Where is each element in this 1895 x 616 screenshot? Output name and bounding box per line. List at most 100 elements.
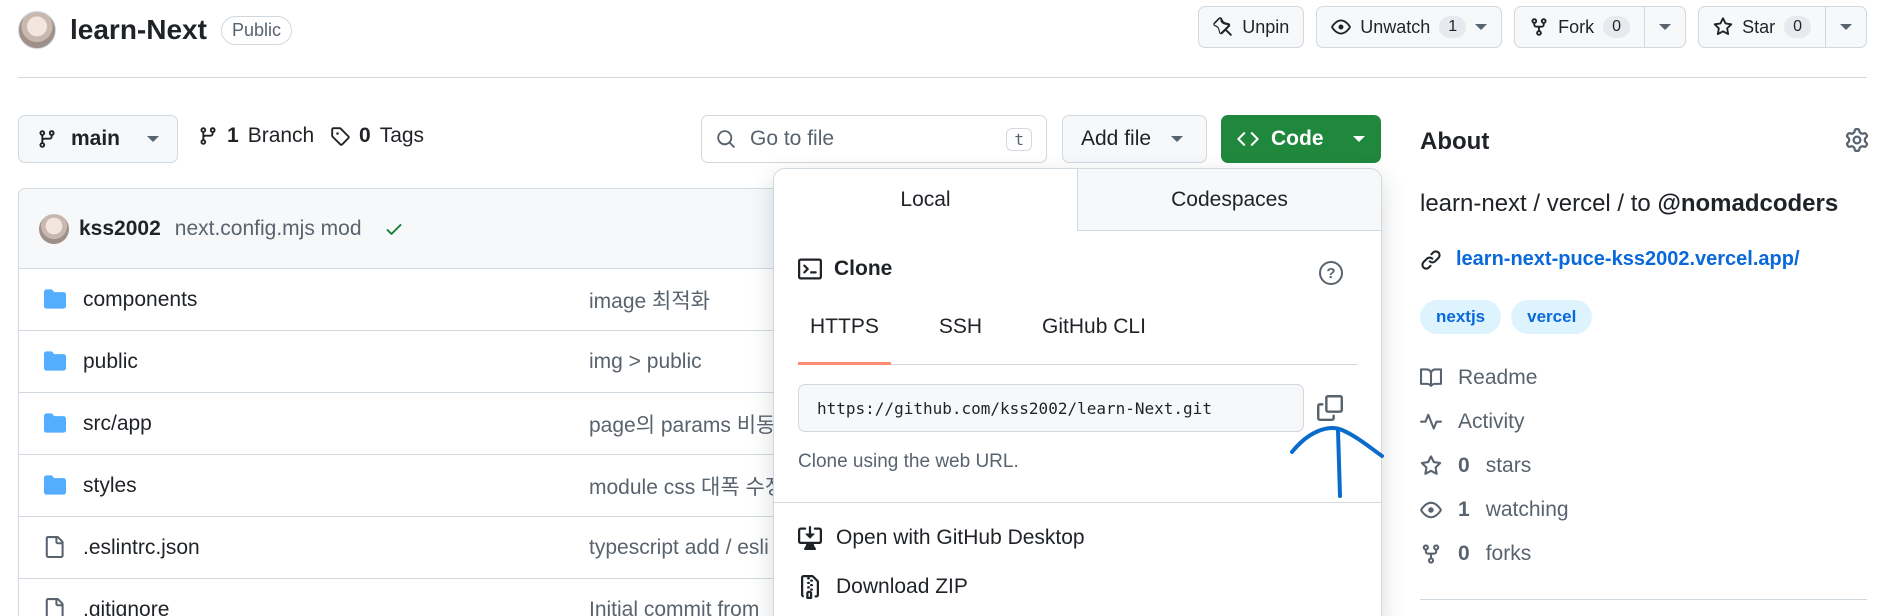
file-commit-message[interactable]: Initial commit from (589, 598, 759, 616)
file-zip-icon (798, 575, 822, 599)
file-name[interactable]: styles (83, 474, 137, 498)
watching-link[interactable]: 1 watching (1420, 498, 1569, 522)
watching-label: watching (1485, 498, 1569, 521)
readme-label: Readme (1458, 366, 1538, 389)
folder-icon (43, 412, 67, 434)
clone-url-field[interactable]: https://github.com/kss2002/learn-Next.gi… (798, 384, 1304, 432)
tab-github-cli[interactable]: GitHub CLI (1030, 315, 1158, 364)
question-icon[interactable]: ? (1319, 261, 1343, 285)
forks-label: forks (1485, 542, 1532, 565)
file-commit-message[interactable]: typescript add / esli (589, 536, 769, 560)
folder-icon (43, 350, 67, 372)
commit-author[interactable]: kss2002 (79, 217, 161, 241)
add-file-button[interactable]: Add file (1062, 115, 1207, 163)
fork-label: Fork (1558, 16, 1595, 37)
fork-button[interactable]: Fork 0 (1514, 6, 1687, 48)
branches-label: Branch (247, 124, 315, 147)
tab-codespaces[interactable]: Codespaces (1078, 169, 1381, 231)
file-commit-message[interactable]: img > public (589, 350, 702, 374)
fork-icon (1420, 543, 1442, 565)
readme-link[interactable]: Readme (1420, 366, 1537, 390)
branch-name: main (71, 127, 121, 150)
book-icon (1420, 367, 1442, 389)
watching-count: 1 (1458, 498, 1470, 521)
unpin-button[interactable]: Unpin (1198, 6, 1305, 48)
fork-icon (1529, 17, 1549, 37)
stars-link[interactable]: 0 stars (1420, 454, 1531, 478)
fork-dropdown[interactable] (1644, 7, 1685, 47)
star-dropdown[interactable] (1825, 7, 1866, 47)
tab-ssh[interactable]: SSH (927, 315, 994, 364)
open-desktop-item[interactable]: Open with GitHub Desktop (798, 526, 1085, 550)
chevron-down-icon (1353, 136, 1365, 142)
file-commit-message[interactable]: module css 대폭 수정 (589, 471, 784, 501)
tab-local[interactable]: Local (774, 169, 1078, 231)
gear-icon[interactable] (1845, 128, 1869, 152)
file-name[interactable]: public (83, 350, 138, 374)
download-zip-item[interactable]: Download ZIP (798, 575, 968, 599)
homepage-url: learn-next-puce-kss2002.vercel.app/ (1456, 248, 1800, 270)
chevron-down-icon (147, 136, 159, 142)
homepage-link[interactable]: learn-next-puce-kss2002.vercel.app/ (1420, 248, 1800, 271)
about-title: About (1420, 128, 1490, 155)
forks-link[interactable]: 0 forks (1420, 542, 1531, 566)
shortcut-key: t (1006, 127, 1032, 151)
star-button[interactable]: Star 0 (1698, 6, 1867, 48)
check-icon[interactable] (384, 219, 404, 239)
repo-actions: Unpin Unwatch 1 Fork 0 Star 0 (1198, 6, 1867, 48)
forks-count: 0 (1458, 542, 1470, 565)
terminal-icon (798, 257, 822, 281)
tags-link[interactable]: 0 Tags (330, 124, 424, 148)
annotation-arrow (1290, 426, 1384, 498)
copy-icon[interactable] (1317, 395, 1343, 421)
topic-tag[interactable]: vercel (1511, 300, 1593, 334)
code-label: Code (1271, 127, 1324, 150)
eye-icon (1420, 499, 1442, 521)
header-divider (18, 77, 1867, 78)
file-name[interactable]: components (83, 288, 197, 312)
file-name[interactable]: .gitignore (83, 598, 169, 616)
star-icon (1713, 17, 1733, 37)
repo-name[interactable]: learn-Next (70, 14, 207, 46)
go-to-file-input[interactable]: Go to file t (701, 115, 1047, 163)
star-icon (1420, 455, 1442, 477)
clone-hint: Clone using the web URL. (798, 451, 1019, 472)
star-label: Star (1742, 16, 1776, 37)
clone-heading: Clone (798, 257, 892, 281)
activity-link[interactable]: Activity (1420, 410, 1525, 434)
clone-tabs: Local Codespaces (774, 169, 1381, 231)
folder-icon (43, 288, 67, 310)
file-commit-message[interactable]: image 최적화 (589, 285, 710, 315)
chevron-down-icon (1171, 136, 1184, 142)
commit-message[interactable]: next.config.mjs mod (175, 217, 362, 241)
file-name[interactable]: src/app (83, 412, 152, 436)
folder-icon (43, 474, 67, 496)
branches-link[interactable]: 1 Branch (198, 124, 314, 148)
tab-https[interactable]: HTTPS (798, 315, 891, 365)
branch-selector[interactable]: main (18, 115, 178, 163)
topic-tag[interactable]: nextjs (1420, 300, 1502, 334)
stars-count: 0 (1458, 454, 1470, 477)
desktop-download-icon (798, 526, 822, 550)
unwatch-button[interactable]: Unwatch 1 (1316, 6, 1503, 48)
file-commit-message[interactable]: page의 params 비동 (589, 409, 775, 439)
commit-author-avatar[interactable] (39, 213, 69, 244)
pin-icon (1213, 17, 1233, 37)
branch-icon (198, 126, 218, 146)
file-name[interactable]: .eslintrc.json (83, 536, 200, 560)
code-button[interactable]: Code (1221, 115, 1381, 163)
unpin-label: Unpin (1242, 16, 1290, 37)
chevron-down-icon (1475, 24, 1488, 30)
tag-icon (330, 126, 350, 146)
owner-avatar[interactable] (18, 11, 56, 49)
repo-header: learn-Next Public (18, 10, 292, 50)
link-icon (1420, 249, 1442, 271)
mention-link[interactable]: @nomadcoders (1657, 190, 1838, 217)
open-desktop-label: Open with GitHub Desktop (836, 526, 1085, 549)
code-icon (1237, 128, 1259, 150)
protocol-tabs: HTTPS SSH GitHub CLI (798, 315, 1358, 365)
eye-icon (1331, 17, 1352, 37)
topics: nextjs vercel (1420, 300, 1593, 334)
activity-label: Activity (1458, 410, 1525, 433)
description-text: learn-next / vercel / to (1420, 190, 1658, 217)
